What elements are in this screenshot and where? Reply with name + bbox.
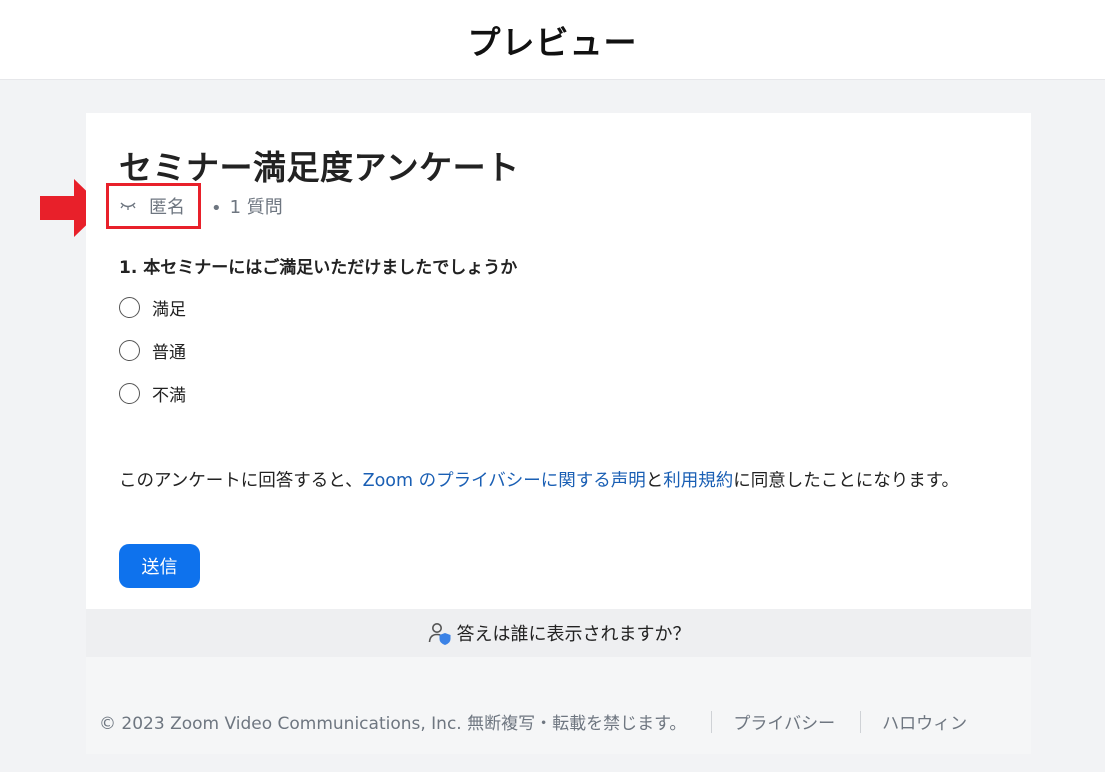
privacy-statement-link[interactable]: Zoom のプライバシーに関する声明: [363, 471, 646, 491]
copyright-text: © 2023 Zoom Video Communications, Inc. 無…: [99, 714, 687, 734]
who-can-see-text: 答えは誰に表示されますか？: [456, 624, 691, 645]
footer-halloween-link[interactable]: ハロウィン: [882, 709, 967, 734]
consent-text: このアンケートに回答すると、Zoom のプライバシーに関する声明と利用規約に同意…: [119, 468, 999, 495]
anonymous-indicator: 匿名: [106, 183, 201, 229]
option-label: 不満: [152, 386, 186, 406]
eye-closed-icon: [119, 199, 137, 213]
consent-prefix: このアンケートに回答すると、: [119, 471, 363, 491]
radio-button[interactable]: [119, 383, 140, 404]
radio-button[interactable]: [119, 340, 140, 361]
survey-title: セミナー満足度アンケート: [119, 148, 520, 187]
footer-privacy-link[interactable]: プライバシー: [733, 709, 835, 734]
footer: © 2023 Zoom Video Communications, Inc. 無…: [86, 657, 1031, 754]
page-header: プレビュー: [0, 0, 1105, 80]
survey-card: セミナー満足度アンケート 匿名 • 1 質問 1. 本セミナーにはご満足いただけ…: [86, 113, 1031, 609]
option-label: 満足: [152, 300, 186, 320]
who-can-see-answers[interactable]: 答えは誰に表示されますか？: [86, 609, 1031, 657]
question-1-text: 1. 本セミナーにはご満足いただけましたでしょうか: [119, 258, 518, 278]
option-satisfied[interactable]: 満足: [119, 295, 186, 320]
option-dissatisfied[interactable]: 不満: [119, 381, 186, 406]
option-label: 普通: [152, 343, 186, 363]
page-title: プレビュー: [467, 22, 638, 62]
terms-of-service-link[interactable]: 利用規約: [663, 471, 733, 491]
question-count: 1 質問: [229, 197, 283, 218]
user-shield-icon: [427, 620, 453, 646]
anonymous-label: 匿名: [149, 197, 185, 218]
consent-middle: と: [645, 471, 664, 491]
meta-separator: •: [211, 197, 222, 219]
footer-divider: [711, 710, 713, 733]
submit-button[interactable]: 送信: [119, 544, 200, 588]
option-neutral[interactable]: 普通: [119, 338, 186, 363]
consent-suffix: に同意したことになります。: [733, 471, 960, 491]
radio-button[interactable]: [119, 297, 140, 318]
survey-meta: 匿名 • 1 質問: [106, 183, 283, 229]
footer-divider: [860, 710, 862, 733]
